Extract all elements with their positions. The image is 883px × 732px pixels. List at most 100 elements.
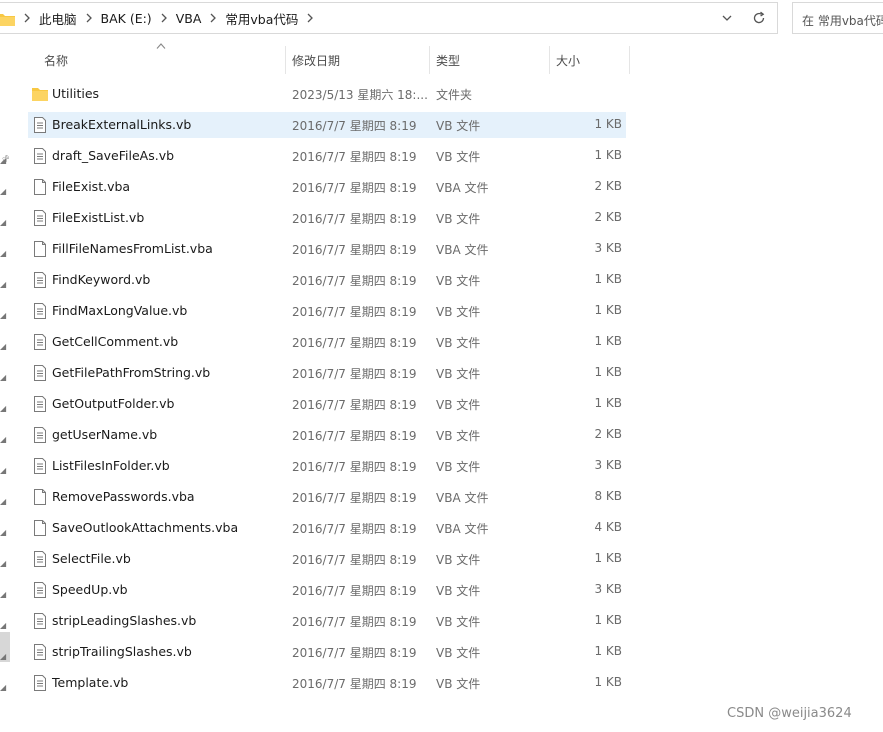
file-name: draft_SaveFileAs.vb (52, 148, 175, 163)
blank-file-icon (34, 489, 46, 505)
file-modified: 2016/7/7 星期四 8:19 (292, 677, 417, 691)
file-row[interactable]: SaveOutlookAttachments.vba 2016/7/7 星期四 8… (28, 515, 626, 541)
search-box[interactable]: 在 常用vba代码 中搜索 (792, 2, 883, 34)
file-modified: 2016/7/7 星期四 8:19 (292, 460, 417, 474)
file-row[interactable]: FileExistList.vb 2016/7/7 星期四 8:19 VB 文件 2 … (28, 205, 626, 231)
search-placeholder: 在 常用vba代码 中搜索 (802, 14, 883, 28)
file-modified: 2016/7/7 星期四 8:19 (292, 212, 417, 226)
file-row[interactable]: GetOutputFolder.vb 2016/7/7 星期四 8:19 VB 文件… (28, 391, 626, 417)
text-file-icon (34, 427, 46, 443)
file-row[interactable]: FillFileNamesFromList.vba 2016/7/7 星期四 8:… (28, 236, 626, 262)
navigation-pane[interactable]: 📌︎ ◢ ◢ ◢ ◢ ◢ ◢ ◢ ◢ ◢ ◢ ◢ ◢ ◢ ◢ ◢ ◢ ◢ ◢ (0, 40, 12, 732)
chevron-down-icon[interactable] (719, 11, 735, 25)
column-divider[interactable] (629, 46, 630, 74)
file-row[interactable]: SelectFile.vb 2016/7/7 星期四 8:19 VB 文件 1 KB (28, 546, 626, 572)
chevron-right-icon[interactable] (302, 3, 318, 33)
file-row[interactable]: RemovePasswords.vba 2016/7/7 星期四 8:19 VBA … (28, 484, 626, 510)
file-size: 2 KB (594, 210, 622, 224)
file-row[interactable]: GetFilePathFromString.vb 2016/7/7 星期四 8:1… (28, 360, 626, 386)
file-row[interactable]: stripTrailingSlashes.vb 2016/7/7 星期四 8:19… (28, 639, 626, 665)
file-type: VB 文件 (436, 646, 481, 660)
file-modified: 2016/7/7 星期四 8:19 (292, 243, 417, 257)
file-size: 1 KB (594, 303, 622, 317)
folder-icon (32, 88, 48, 101)
file-type: VB 文件 (436, 553, 481, 567)
file-type: VB 文件 (436, 336, 481, 350)
file-name: Template.vb (52, 675, 129, 690)
chevron-right-icon[interactable] (205, 3, 221, 33)
file-name: getUserName.vb (52, 427, 158, 442)
column-header-modified[interactable]: 修改日期 (292, 44, 427, 76)
file-row[interactable]: ListFilesInFolder.vb 2016/7/7 星期四 8:19 VB … (28, 453, 626, 479)
file-name: FillFileNamesFromList.vba (52, 241, 213, 256)
column-divider[interactable] (429, 46, 430, 74)
file-name: ListFilesInFolder.vb (52, 458, 170, 473)
file-type: 文件夹 (436, 88, 473, 102)
file-modified: 2016/7/7 星期四 8:19 (292, 398, 417, 412)
file-row[interactable]: FindKeyword.vb 2016/7/7 星期四 8:19 VB 文件 1 KB (28, 267, 626, 293)
text-file-icon (34, 613, 46, 629)
column-divider[interactable] (285, 46, 286, 74)
file-row[interactable]: BreakExternalLinks.vb 2016/7/7 星期四 8:19 VB… (28, 112, 626, 138)
file-modified: 2016/7/7 星期四 8:19 (292, 522, 417, 536)
watermark: CSDN @weijia3624 (727, 706, 852, 721)
chevron-right-icon[interactable] (81, 3, 97, 33)
text-file-icon (34, 210, 46, 226)
file-type: VB 文件 (436, 119, 481, 133)
chevron-right-icon[interactable] (19, 3, 35, 33)
file-row[interactable]: Template.vb 2016/7/7 星期四 8:19 VB 文件 1 KB (28, 670, 626, 696)
file-row[interactable]: FileExist.vba 2016/7/7 星期四 8:19 VBA 文件 2 KB (28, 174, 626, 200)
file-name: FindKeyword.vb (52, 272, 151, 287)
file-name: stripLeadingSlashes.vb (52, 613, 197, 628)
breadcrumb-item-current[interactable]: 常用vba代码 (221, 9, 302, 28)
file-type: VB 文件 (436, 367, 481, 381)
column-header-type[interactable]: 类型 (436, 44, 546, 76)
file-size: 2 KB (594, 179, 622, 193)
address-bar[interactable]: 此电脑 BAK (E:) VBA 常用vba代码 (0, 2, 778, 34)
file-row[interactable]: stripLeadingSlashes.vb 2016/7/7 星期四 8:19 V… (28, 608, 626, 634)
pin-icon: ◢ (0, 156, 7, 165)
column-divider[interactable] (549, 46, 550, 74)
file-type: VB 文件 (436, 150, 481, 164)
file-size: 1 KB (594, 148, 622, 162)
column-header-name[interactable]: 名称 (44, 44, 284, 76)
file-row[interactable]: FindMaxLongValue.vb 2016/7/7 星期四 8:19 VB 文… (28, 298, 626, 324)
file-type: VBA 文件 (436, 522, 489, 536)
file-size: 8 KB (594, 489, 622, 503)
file-name: GetCellComment.vb (52, 334, 179, 349)
file-name: FileExist.vba (52, 179, 131, 194)
file-name: SpeedUp.vb (52, 582, 128, 597)
file-modified: 2016/7/7 星期四 8:19 (292, 305, 417, 319)
refresh-icon[interactable] (751, 10, 767, 26)
folder-row[interactable]: Utilities 2023/5/13 星期六 18:... 文件夹 (28, 81, 626, 107)
file-size: 3 KB (594, 241, 622, 255)
file-type: VB 文件 (436, 460, 481, 474)
file-row[interactable]: getUserName.vb 2016/7/7 星期四 8:19 VB 文件 2 KB (28, 422, 626, 448)
file-type: VB 文件 (436, 677, 481, 691)
breadcrumb: 此电脑 BAK (E:) VBA 常用vba代码 (19, 3, 318, 33)
breadcrumb-item-drive[interactable]: BAK (E:) (97, 11, 156, 26)
chevron-right-icon[interactable] (156, 3, 172, 33)
file-row[interactable]: SpeedUp.vb 2016/7/7 星期四 8:19 VB 文件 3 KB (28, 577, 626, 603)
file-row[interactable]: draft_SaveFileAs.vb 2016/7/7 星期四 8:19 VB 文… (28, 143, 626, 169)
text-file-icon (34, 272, 46, 288)
file-modified: 2016/7/7 星期四 8:19 (292, 150, 417, 164)
text-file-icon (34, 303, 46, 319)
breadcrumb-item-vba[interactable]: VBA (172, 11, 206, 26)
file-row[interactable]: GetCellComment.vb 2016/7/7 星期四 8:19 VB 文件 1… (28, 329, 626, 355)
pin-icon: ◢ (0, 311, 7, 320)
column-header-size[interactable]: 大小 (556, 44, 626, 76)
file-modified: 2016/7/7 星期四 8:19 (292, 336, 417, 350)
file-name: FindMaxLongValue.vb (52, 303, 188, 318)
text-file-icon (34, 644, 46, 660)
pin-icon: ◢ (0, 683, 7, 692)
address-bar-area: 此电脑 BAK (E:) VBA 常用vba代码 在 常用vba代码 (0, 0, 883, 40)
pin-icon: ◢ (0, 342, 7, 351)
file-modified: 2016/7/7 星期四 8:19 (292, 181, 417, 195)
pin-icon: ◢ (0, 187, 7, 196)
file-size: 4 KB (594, 520, 622, 534)
blank-file-icon (34, 241, 46, 257)
breadcrumb-item-this-pc[interactable]: 此电脑 (35, 9, 81, 28)
file-name: stripTrailingSlashes.vb (52, 644, 192, 659)
text-file-icon (34, 148, 46, 164)
